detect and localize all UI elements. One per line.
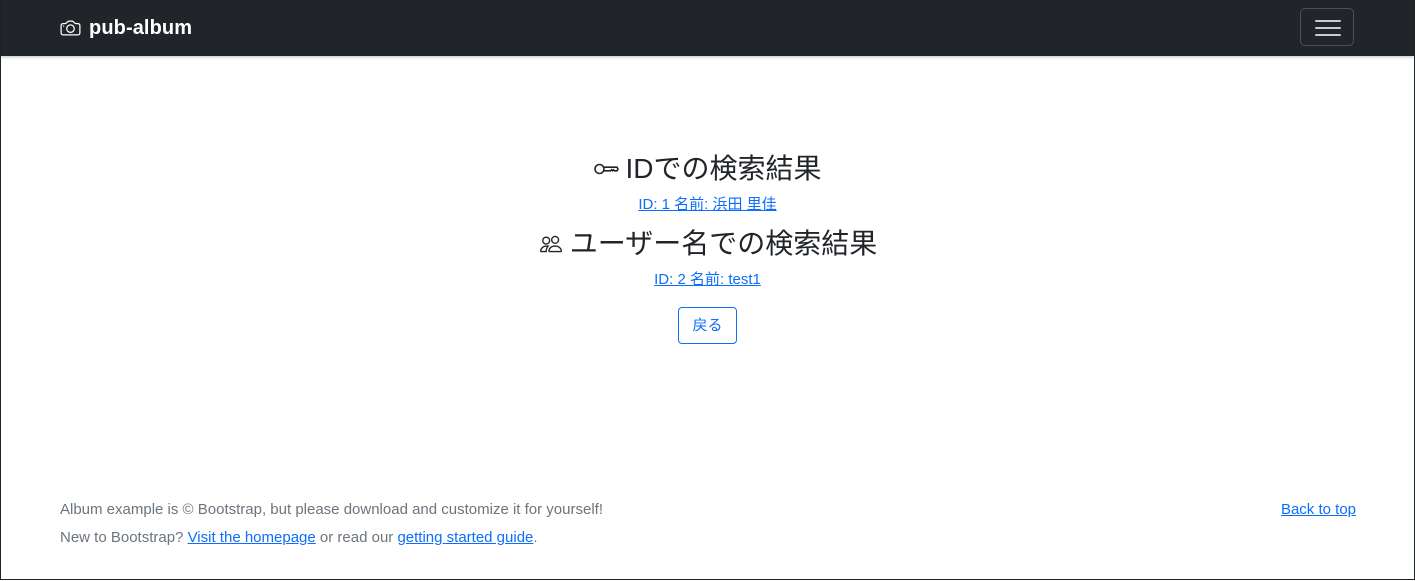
id-result-link[interactable]: ID: 1 名前: 浜田 里佳: [638, 194, 776, 216]
navbar: pub-album: [1, 0, 1414, 56]
id-results-title: IDでの検索結果: [625, 153, 822, 184]
footer-links-line: New to Bootstrap? Visit the homepage or …: [60, 524, 1356, 552]
footer: Back to top Album example is © Bootstrap…: [60, 496, 1356, 552]
name-results-title: ユーザー名での検索結果: [569, 228, 878, 259]
brand-link[interactable]: pub-album: [60, 15, 192, 41]
brand-name: pub-album: [89, 17, 193, 39]
name-result-link[interactable]: ID: 2 名前: test1: [654, 269, 761, 291]
navbar-toggler-button[interactable]: [1300, 8, 1354, 46]
footer-new-text: New to Bootstrap?: [60, 529, 184, 546]
homepage-link[interactable]: Visit the homepage: [188, 529, 316, 546]
footer-copyright: Album example is © Bootstrap, but please…: [60, 501, 603, 518]
footer-period: .: [533, 529, 538, 546]
name-results-heading: ユーザー名での検索結果: [1, 225, 1414, 263]
page: pub-album IDでの検索結果 ID: 1 名前: 浜田 里佳 ユーザー名…: [0, 0, 1415, 580]
back-button[interactable]: 戻る: [678, 307, 737, 344]
back-to-top-link[interactable]: Back to top: [1281, 496, 1356, 524]
key-icon: [593, 159, 625, 179]
getting-started-link[interactable]: getting started guide: [397, 529, 533, 546]
id-results-heading: IDでの検索結果: [1, 150, 1414, 188]
people-icon: [538, 233, 570, 255]
footer-or-text: or read our: [319, 529, 394, 546]
search-results: IDでの検索結果 ID: 1 名前: 浜田 里佳 ユーザー名での検索結果 ID:…: [1, 150, 1414, 344]
camera-icon: [60, 18, 81, 38]
